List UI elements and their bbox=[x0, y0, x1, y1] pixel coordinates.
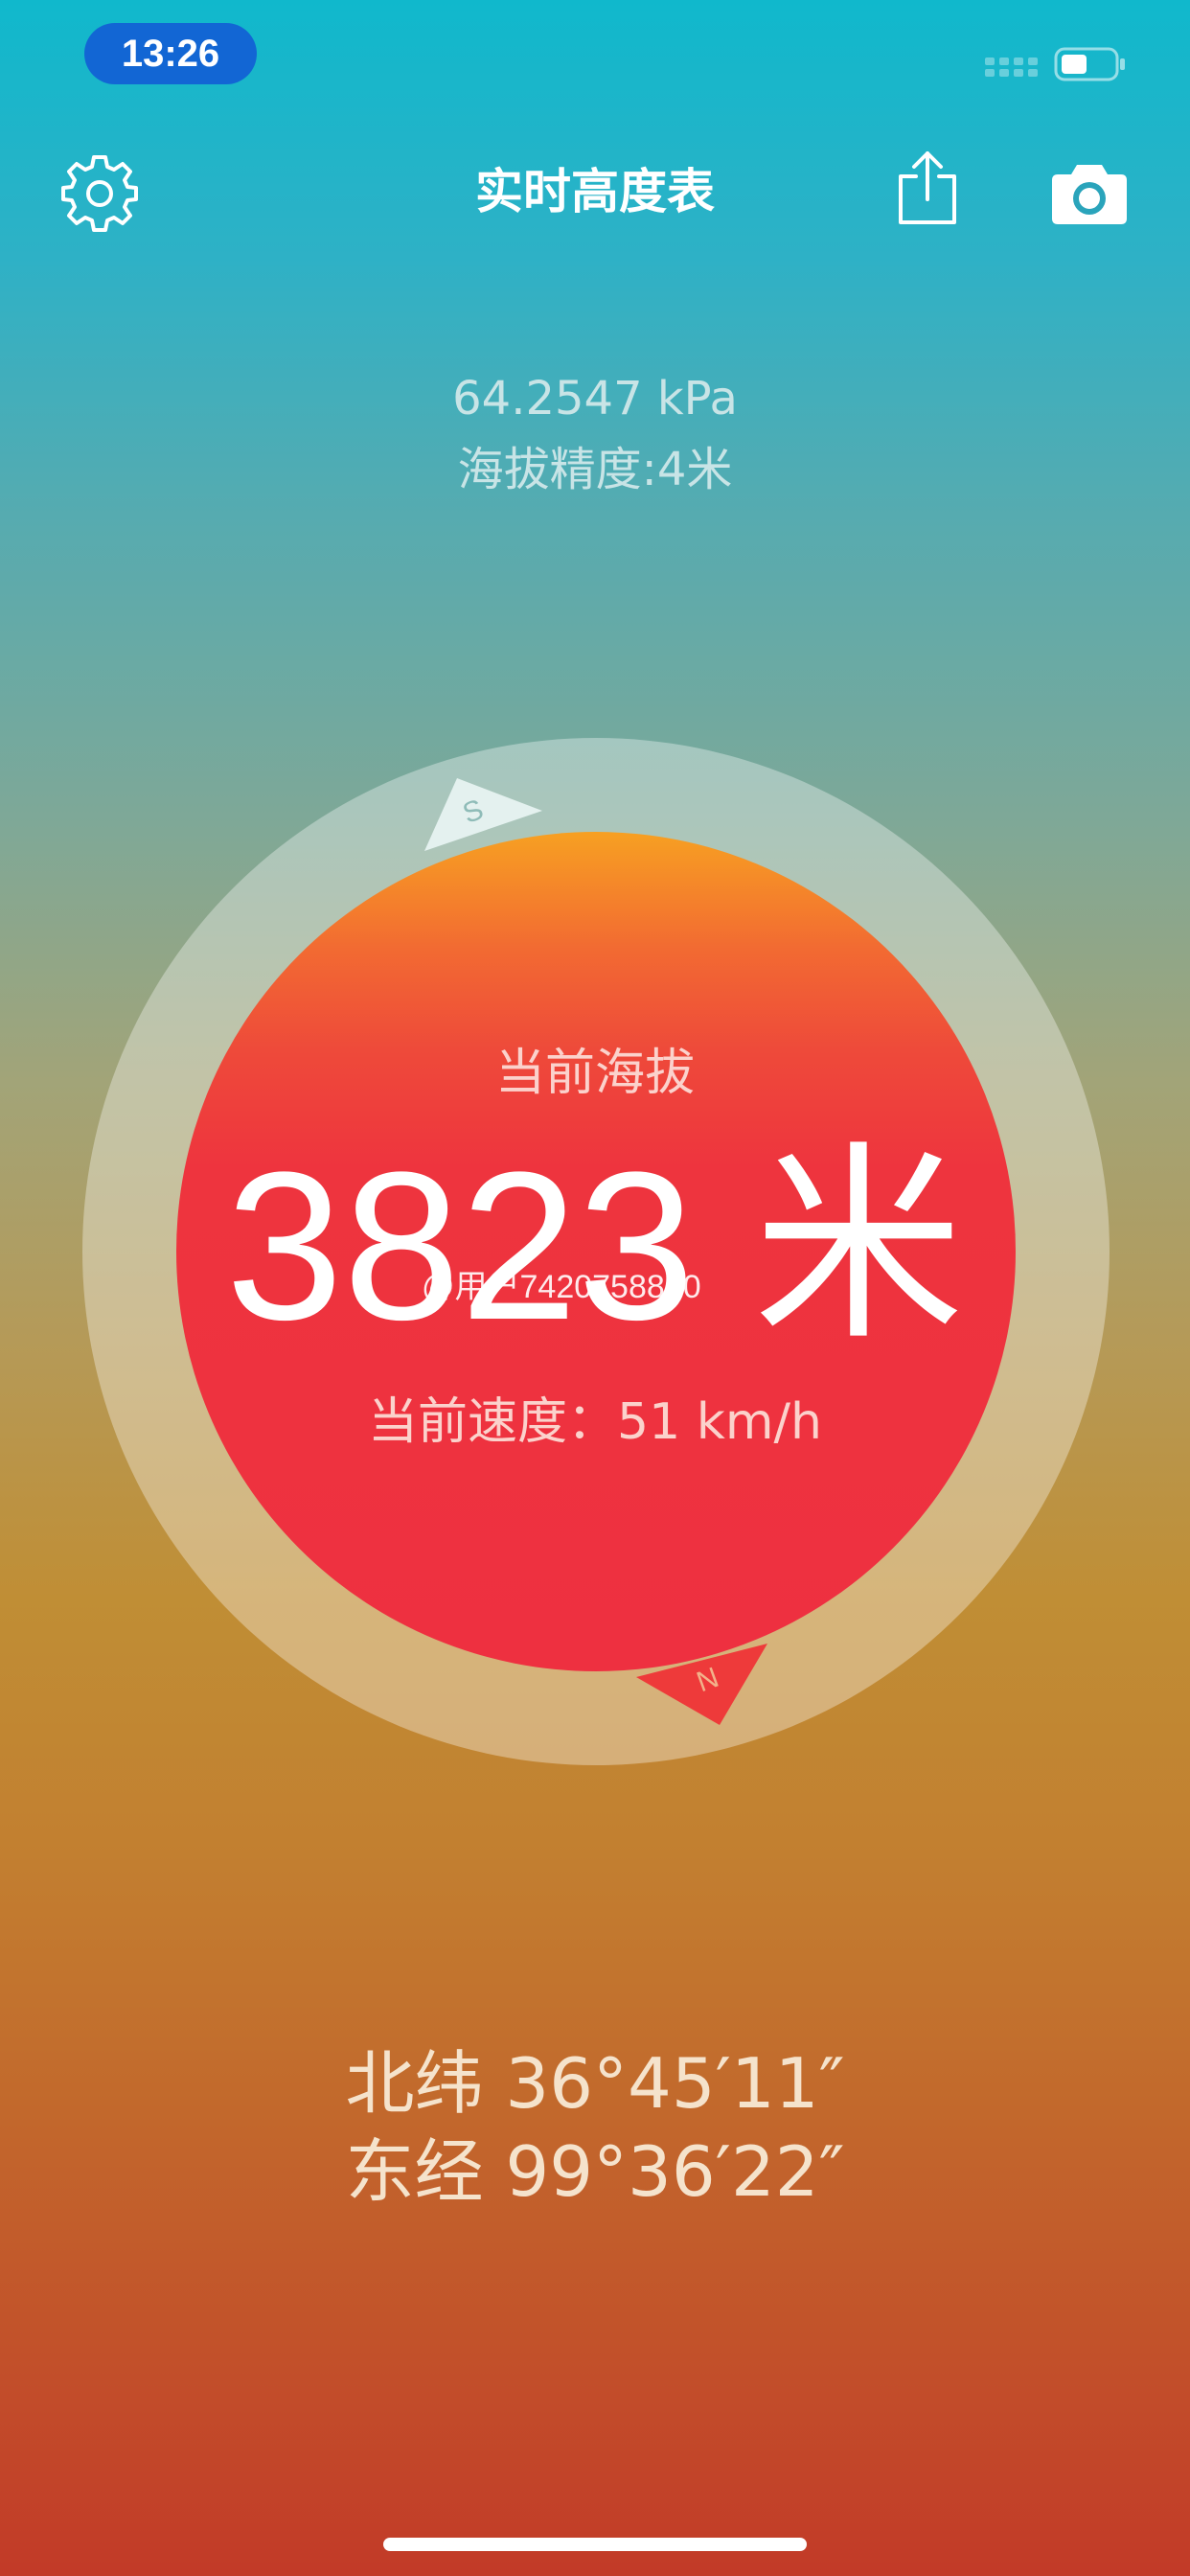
altitude-label: 当前海拔 bbox=[494, 1045, 695, 1102]
camera-icon[interactable] bbox=[1050, 159, 1129, 228]
status-time: 13:26 bbox=[84, 23, 257, 84]
cellular-signal-icon bbox=[985, 58, 1038, 77]
battery-icon bbox=[1054, 47, 1125, 81]
share-icon[interactable] bbox=[895, 150, 960, 226]
south-marker: S bbox=[424, 778, 542, 851]
pressure-reading: 64.2547 kPa bbox=[452, 372, 738, 426]
home-indicator[interactable] bbox=[383, 2538, 807, 2551]
watermark: @用户7420758820 bbox=[422, 1269, 701, 1305]
page-title: 实时高度表 bbox=[475, 164, 715, 219]
altitude-accuracy: 海拔精度:4米 bbox=[457, 443, 733, 496]
settings-gear-icon[interactable] bbox=[57, 151, 142, 236]
latitude: 北纬 36°45′11″ bbox=[345, 2043, 845, 2124]
altitude-value: 3823 米 bbox=[225, 1128, 965, 1364]
longitude: 东经 99°36′22″ bbox=[345, 2131, 845, 2212]
speed-reading: 当前速度：51 km/h bbox=[368, 1393, 822, 1451]
